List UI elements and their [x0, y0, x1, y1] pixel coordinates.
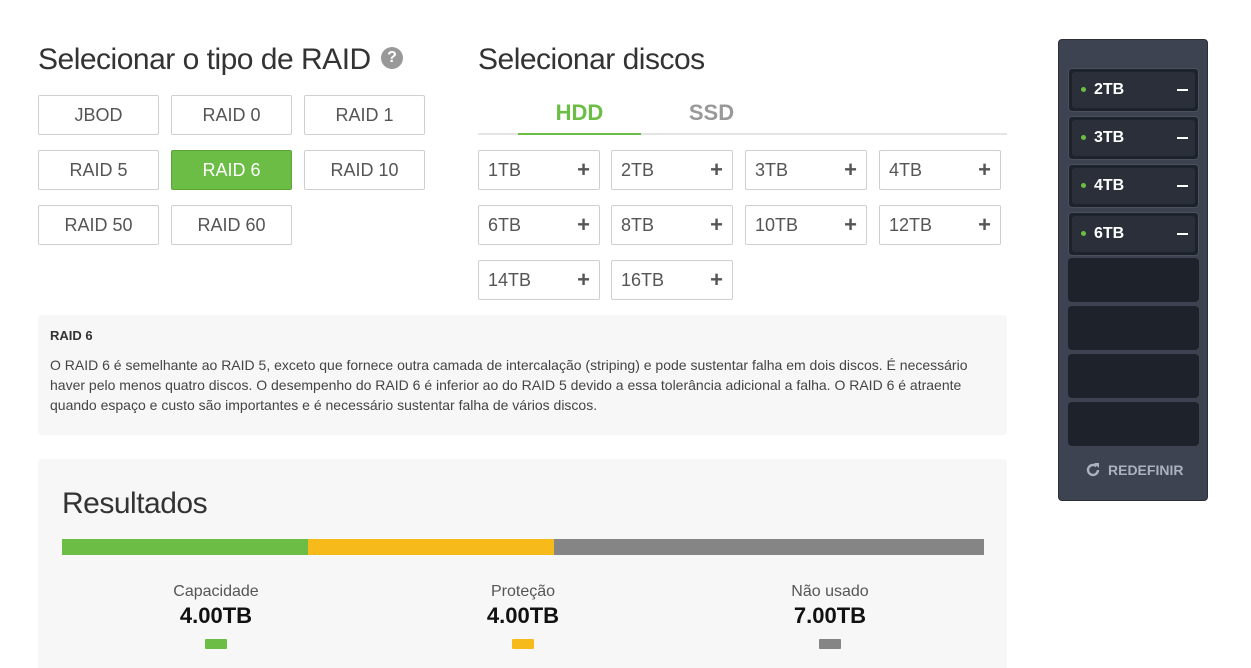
status-led-icon — [1081, 135, 1086, 140]
status-led-icon — [1081, 183, 1086, 188]
empty-drive-slot — [1068, 402, 1199, 446]
stat-value: 4.00TB — [486, 603, 560, 628]
remove-drive-icon[interactable] — [1177, 137, 1188, 139]
capacity-segment — [62, 539, 308, 555]
empty-drive-slot — [1068, 258, 1199, 302]
raid-description-panel: RAID 6 O RAID 6 é semelhante ao RAID 5, … — [38, 315, 1007, 435]
disk-size-label: 3TB — [755, 160, 789, 180]
raid-option-raid6[interactable]: RAID 6 — [171, 150, 292, 190]
disk-enclosure: 2TB 3TB 4TB 6TB REDEFINIR — [1058, 39, 1208, 501]
remove-drive-icon[interactable] — [1177, 89, 1188, 91]
plus-icon: + — [710, 157, 723, 182]
disk-option-1tb[interactable]: 1TB + — [478, 150, 600, 190]
disk-size-label: 1TB — [488, 160, 522, 180]
reset-label: REDEFINIR — [1108, 462, 1184, 478]
disk-select-title: Selecionar discos — [478, 43, 705, 76]
disk-size-label: 14TB — [488, 270, 532, 290]
plus-icon: + — [978, 212, 991, 237]
disk-option-16tb[interactable]: 16TB + — [611, 260, 733, 300]
disk-size-label: 16TB — [621, 270, 665, 290]
drive-size: 3TB — [1094, 129, 1125, 146]
reset-button[interactable]: REDEFINIR — [1084, 461, 1183, 479]
remove-drive-icon[interactable] — [1177, 233, 1188, 235]
tab-ssd[interactable]: SSD — [650, 94, 773, 135]
empty-drive-slot — [1068, 354, 1199, 398]
disk-size-label: 12TB — [889, 215, 933, 235]
drive-slot: 6TB — [1068, 212, 1199, 256]
refresh-icon — [1086, 463, 1100, 477]
tab-hdd[interactable]: HDD — [518, 94, 641, 135]
plus-icon: + — [844, 157, 857, 182]
unused-segment — [553, 539, 984, 555]
disk-type-tabs: HDD SSD — [478, 94, 1007, 135]
protection-swatch — [512, 639, 534, 649]
stat-label: Não usado — [791, 583, 869, 600]
plus-icon: + — [844, 212, 857, 237]
stat-label: Capacidade — [173, 583, 259, 600]
stat-value: 7.00TB — [793, 603, 867, 628]
disk-size-label: 8TB — [621, 215, 655, 235]
raid-option-raid50[interactable]: RAID 50 — [38, 205, 159, 245]
disk-option-14tb[interactable]: 14TB + — [478, 260, 600, 300]
results-title: Resultados — [62, 487, 208, 520]
stat-protection: Proteção 4.00TB — [423, 583, 623, 649]
plus-icon: + — [577, 157, 590, 182]
protection-segment — [307, 539, 554, 555]
plus-icon: + — [577, 267, 590, 292]
disk-option-8tb[interactable]: 8TB + — [611, 205, 733, 245]
raid-description-title: RAID 6 — [50, 328, 93, 343]
raid-option-raid60[interactable]: RAID 60 — [171, 205, 292, 245]
drive-slot: 2TB — [1068, 68, 1199, 112]
drive-size: 2TB — [1094, 81, 1125, 98]
plus-icon: + — [710, 212, 723, 237]
status-led-icon — [1081, 87, 1086, 92]
empty-drive-slot — [1068, 306, 1199, 350]
raid-option-raid0[interactable]: RAID 0 — [171, 95, 292, 135]
status-led-icon — [1081, 231, 1086, 236]
disk-option-4tb[interactable]: 4TB + — [879, 150, 1001, 190]
disk-option-10tb[interactable]: 10TB + — [745, 205, 867, 245]
disk-size-label: 4TB — [889, 160, 923, 180]
drive-size: 4TB — [1094, 177, 1125, 194]
drive-slot: 3TB — [1068, 116, 1199, 160]
raid-option-raid1[interactable]: RAID 1 — [304, 95, 425, 135]
disk-option-6tb[interactable]: 6TB + — [478, 205, 600, 245]
disk-size-label: 2TB — [621, 160, 655, 180]
results-bar — [62, 539, 984, 555]
plus-icon: + — [978, 157, 991, 182]
disk-size-label: 6TB — [488, 215, 522, 235]
disk-option-2tb[interactable]: 2TB + — [611, 150, 733, 190]
capacity-swatch — [205, 639, 227, 649]
unused-swatch — [819, 639, 841, 649]
results-panel: Resultados Capacidade 4.00TB Proteção 4.… — [38, 459, 1007, 668]
drive-size: 6TB — [1094, 225, 1125, 242]
stat-unused: Não usado 7.00TB — [730, 583, 930, 649]
plus-icon: + — [710, 267, 723, 292]
raid-type-title: Selecionar o tipo de RAID? — [38, 43, 403, 77]
plus-icon: + — [577, 212, 590, 237]
disk-option-3tb[interactable]: 3TB + — [745, 150, 867, 190]
disk-size-label: 10TB — [755, 215, 799, 235]
remove-drive-icon[interactable] — [1177, 185, 1188, 187]
stat-capacity: Capacidade 4.00TB — [116, 583, 316, 649]
stat-label: Proteção — [490, 583, 556, 600]
drive-slot: 4TB — [1068, 164, 1199, 208]
raid-type-title-text: Selecionar o tipo de RAID — [38, 43, 371, 76]
help-icon[interactable]: ? — [380, 47, 403, 70]
raid-description-text: O RAID 6 é semelhante ao RAID 5, exceto … — [50, 357, 968, 413]
stat-value: 4.00TB — [179, 603, 253, 628]
disk-option-12tb[interactable]: 12TB + — [879, 205, 1001, 245]
raid-option-raid10[interactable]: RAID 10 — [304, 150, 425, 190]
raid-option-jbod[interactable]: JBOD — [38, 95, 159, 135]
raid-option-raid5[interactable]: RAID 5 — [38, 150, 159, 190]
